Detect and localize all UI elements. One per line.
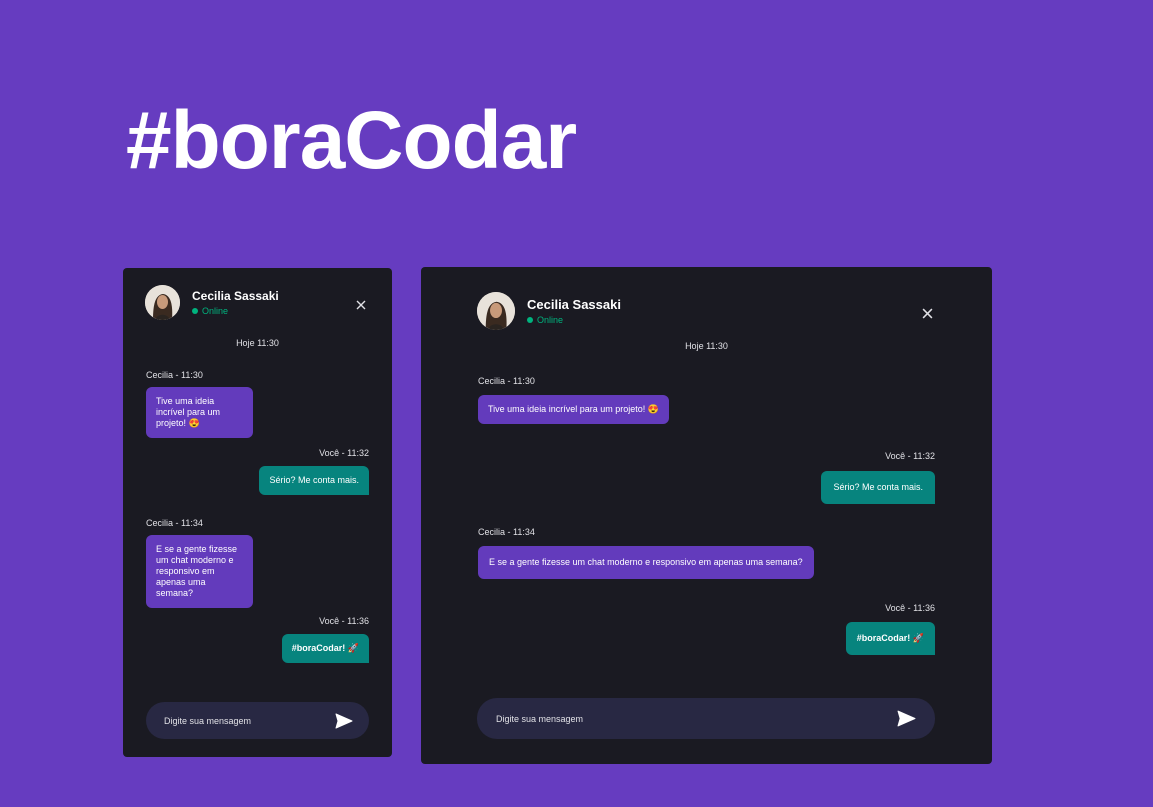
message-bubble-outgoing: #boraCodar! 🚀 [845, 622, 935, 655]
message-bubble-incoming: Tive uma ideia incrível para um projeto!… [146, 387, 253, 438]
message-author: Você - 11:32 [319, 448, 369, 458]
message-input[interactable] [164, 715, 335, 726]
message-bubble-outgoing: #boraCodar! 🚀 [281, 634, 369, 663]
message-bubble-incoming: E se a gente fizesse um chat moderno e r… [146, 535, 253, 608]
day-label: Hoje 11:30 [236, 338, 279, 348]
message-bubble-incoming: Tive uma ideia incrível para um projeto!… [478, 395, 669, 424]
page-headline: #boraCodar [126, 95, 577, 186]
chat-window-mobile: Cecilia Sassaki Online Hoje 11:30 Cecili… [123, 268, 392, 757]
message-author: Cecilia - 11:34 [478, 527, 535, 537]
message-bubble-outgoing: Sério? Me conta mais. [821, 471, 935, 504]
send-icon[interactable] [897, 710, 916, 727]
status-badge: Online [192, 306, 279, 316]
chat-header: Cecilia Sassaki Online [145, 285, 279, 320]
message-author: Cecilia - 11:30 [146, 370, 203, 380]
chat-window-desktop: Cecilia Sassaki Online Hoje 11:30 Cecili… [421, 267, 992, 764]
message-author: Cecilia - 11:30 [478, 376, 535, 386]
contact-name: Cecilia Sassaki [192, 289, 279, 303]
status-dot-icon [192, 308, 198, 314]
chat-header: Cecilia Sassaki Online [477, 292, 621, 330]
status-badge: Online [527, 315, 621, 325]
message-author: Você - 11:32 [885, 451, 935, 461]
message-bubble-incoming: E se a gente fizesse um chat moderno e r… [478, 546, 814, 579]
contact-info: Cecilia Sassaki Online [527, 297, 621, 325]
message-bubble-outgoing: Sério? Me conta mais. [259, 466, 369, 495]
contact-info: Cecilia Sassaki Online [192, 289, 279, 316]
status-dot-icon [527, 317, 533, 323]
close-icon[interactable] [356, 297, 366, 315]
message-author: Cecilia - 11:34 [146, 518, 203, 528]
avatar[interactable] [477, 292, 515, 330]
message-author: Você - 11:36 [319, 616, 369, 626]
send-icon[interactable] [335, 713, 353, 729]
day-label: Hoje 11:30 [685, 341, 728, 351]
contact-name: Cecilia Sassaki [527, 297, 621, 312]
avatar[interactable] [145, 285, 180, 320]
message-author: Você - 11:36 [885, 603, 935, 613]
message-input-bar [146, 702, 369, 739]
message-input[interactable] [496, 713, 897, 724]
message-input-bar [477, 698, 935, 739]
close-icon[interactable] [922, 306, 933, 324]
status-label: Online [202, 306, 229, 316]
status-label: Online [537, 315, 564, 325]
